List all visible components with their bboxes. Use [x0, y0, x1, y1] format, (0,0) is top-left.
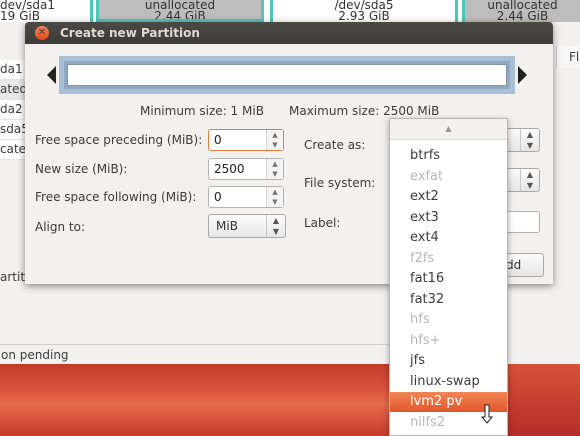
dialog-titlebar[interactable]: ✕ Create new Partition [25, 22, 553, 44]
min-size-label: Minimum size: 1 MiB [140, 104, 264, 118]
spinner-value[interactable]: 0 [214, 133, 222, 147]
dialog-title: Create new Partition [60, 26, 200, 40]
partition-size: 2.93 GiB [338, 9, 390, 22]
dropdown-option-hfs-: hfs+ [410, 332, 441, 348]
mouse-cursor-icon [481, 404, 494, 424]
resize-left-handle-icon[interactable] [47, 66, 56, 84]
file-system-label: File system: [304, 176, 376, 190]
list-item[interactable]: sda5 [0, 120, 26, 140]
align-to-label: Align to: [35, 220, 86, 234]
dropdown-option-exfat: exfat [410, 168, 444, 184]
free-space-preceding-label: Free space preceding (MiB): [35, 133, 203, 147]
partition-cell-unallocated-1[interactable]: unallocated 2.44 GiB [96, 0, 264, 22]
combo-arrow-icon[interactable]: ▲ ▼ [266, 215, 285, 237]
combo-value: MiB [216, 219, 238, 233]
dropdown-option-linux-swap[interactable]: linux-swap [390, 372, 507, 392]
close-icon[interactable]: ✕ [35, 26, 49, 40]
dropdown-option-hfs: hfs [410, 312, 430, 327]
create-as-combo[interactable]: ▲ ▼ [505, 128, 540, 152]
pending-operations-label: artiti [0, 270, 26, 284]
partition-list: da1 ated da2 sda5 cate [0, 60, 26, 160]
partition-size: 2.44 GiB [154, 9, 206, 22]
partition-cell-sda1[interactable]: dev/sda1 19 GiB [0, 0, 93, 22]
max-size-label: Maximum size: 2500 MiB [289, 104, 440, 118]
partition-cell-sda5[interactable]: /dev/sda5 2.93 GiB [270, 0, 458, 22]
partition-map: dev/sda1 19 GiB unallocated 2.44 GiB /dev/… [0, 0, 580, 22]
spin-down-icon[interactable]: ▼ [267, 140, 283, 150]
dropdown-option-btrfs[interactable]: btrfs [390, 146, 507, 166]
dropdown-option-f2fs: f2fs [410, 250, 435, 266]
partition-size: 19 GiB [0, 9, 40, 22]
create-as-label: Create as: [304, 138, 366, 152]
dropdown-option-fat16[interactable]: fat16 [390, 269, 507, 289]
align-to-combo[interactable]: MiB ▲ ▼ [208, 214, 286, 238]
new-size-label: New size (MiB): [35, 162, 128, 176]
list-item[interactable]: da1 [0, 60, 26, 80]
dropdown-option-jfs[interactable]: jfs [390, 351, 507, 371]
dropdown-option-ext2[interactable]: ext2 [390, 187, 507, 207]
new-size-spinner[interactable]: 2500 ▲ ▼ [208, 158, 284, 180]
list-item[interactable]: da2 [0, 100, 26, 120]
free-space-following-spinner[interactable]: 0 ▲ ▼ [208, 186, 284, 208]
spin-up-icon[interactable]: ▲ [267, 159, 283, 169]
spin-up-icon[interactable]: ▲ [267, 130, 283, 140]
file-system-dropdown: ▲ btrfs exfat ext2 ext3 ext4 f2fs fat16 fat32 hf… [389, 118, 508, 436]
free-space-preceding-spinner[interactable]: 0 ▲ ▼ [208, 129, 284, 151]
partition-cell-unallocated-2[interactable]: unallocated 2.44 GiB [462, 0, 580, 22]
spinner-value[interactable]: 2500 [214, 162, 245, 176]
spinner-value[interactable]: 0 [214, 190, 222, 204]
partition-visual-frame[interactable] [59, 56, 515, 94]
status-bar: on pending [0, 344, 390, 364]
list-item[interactable]: ated [0, 80, 26, 100]
spin-down-icon[interactable]: ▼ [267, 197, 283, 207]
combo-arrow-icon[interactable]: ▲ ▼ [520, 169, 539, 191]
column-header-flags[interactable]: Fl [556, 46, 580, 68]
dropdown-option-ext3[interactable]: ext3 [390, 208, 507, 228]
add-button[interactable]: dd [503, 253, 544, 277]
dropdown-option-ext4[interactable]: ext4 [390, 228, 507, 248]
partition-resizer[interactable] [47, 56, 527, 94]
scroll-up-icon[interactable]: ▲ [390, 119, 507, 140]
spin-up-icon[interactable]: ▲ [267, 187, 283, 197]
resize-right-handle-icon[interactable] [518, 66, 527, 84]
partition-label-label: Label: [304, 216, 341, 230]
partition-label-input[interactable] [505, 211, 540, 233]
free-space-following-label: Free space following (MiB): [35, 190, 197, 204]
combo-arrow-icon[interactable]: ▲ ▼ [520, 129, 539, 151]
partition-size: 2.44 GiB [496, 9, 549, 22]
list-item[interactable]: cate [0, 140, 26, 160]
spin-down-icon[interactable]: ▼ [267, 169, 283, 179]
file-system-combo[interactable]: ▲ ▼ [505, 168, 540, 192]
dropdown-option-fat32[interactable]: fat32 [390, 290, 507, 310]
